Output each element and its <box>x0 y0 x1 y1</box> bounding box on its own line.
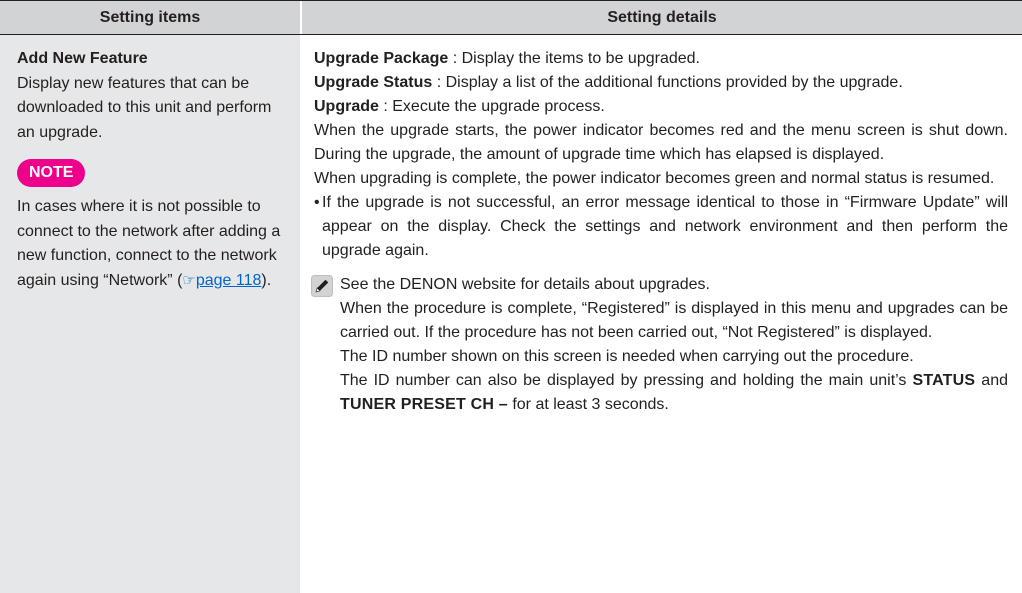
header-setting-details: Setting details <box>302 1 1022 34</box>
setting-items-column: Add New Feature Display new features tha… <box>0 35 300 593</box>
bullet-text: If the upgrade is not successful, an err… <box>322 194 1008 259</box>
term-upgrade-status: Upgrade Status <box>314 74 433 91</box>
status-button-label: STATUS <box>912 372 976 389</box>
item-title: Add New Feature <box>17 50 148 67</box>
setting-details-column: Upgrade Package : Display the items to b… <box>311 47 1008 417</box>
memo-line-website: See the DENON website for details about … <box>340 276 710 293</box>
page-link[interactable]: page 118 <box>196 272 262 289</box>
memo-block: See the DENON website for details about … <box>311 273 1008 417</box>
tuner-preset-button-label: TUNER PRESET CH – <box>340 396 508 413</box>
desc-upgrade-status: : Display a list of the additional funct… <box>432 74 903 91</box>
term-upgrade: Upgrade <box>314 98 379 115</box>
memo-line-buttons: The ID number can also be displayed by p… <box>314 369 1008 417</box>
settings-table: Setting items Setting details Add New Fe… <box>0 0 1022 593</box>
memo-line4-before: The ID number can also be displayed by p… <box>340 372 913 389</box>
paragraph-upgrade-complete: When upgrading is complete, the power in… <box>314 170 995 187</box>
pencil-icon <box>311 275 333 297</box>
memo-line-id-number: The ID number shown on this screen is ne… <box>340 348 914 365</box>
bullet-mark: • <box>314 194 320 211</box>
note-text: In cases where it is not possible to con… <box>17 195 293 293</box>
setting-item: Add New Feature Display new features tha… <box>17 47 293 293</box>
detail-upgrade: Upgrade : Execute the upgrade process. <box>314 95 1008 119</box>
detail-upgrade-package: Upgrade Package : Display the items to b… <box>314 47 1008 71</box>
detail-upgrade-status: Upgrade Status : Display a list of the a… <box>314 71 1008 95</box>
paragraph-upgrade-start: When the upgrade starts, the power indic… <box>314 122 1008 163</box>
desc-upgrade-package: : Display the items to be upgraded. <box>448 50 700 67</box>
bullet-item: • If the upgrade is not successful, an e… <box>314 191 1008 263</box>
item-description: Display new features that can be downloa… <box>17 74 272 141</box>
note-text-after: ). <box>261 271 272 289</box>
note-badge: NOTE <box>17 159 86 187</box>
term-upgrade-package: Upgrade Package <box>314 50 449 67</box>
desc-upgrade: : Execute the upgrade process. <box>378 98 605 115</box>
memo-line4-after: for at least 3 seconds. <box>507 396 669 413</box>
memo-line4-mid: and <box>975 372 1009 389</box>
header-setting-items: Setting items <box>0 1 300 34</box>
pointing-hand-icon[interactable]: ☞ <box>182 272 195 289</box>
memo-line-registered: When the procedure is complete, “Registe… <box>340 300 1008 341</box>
